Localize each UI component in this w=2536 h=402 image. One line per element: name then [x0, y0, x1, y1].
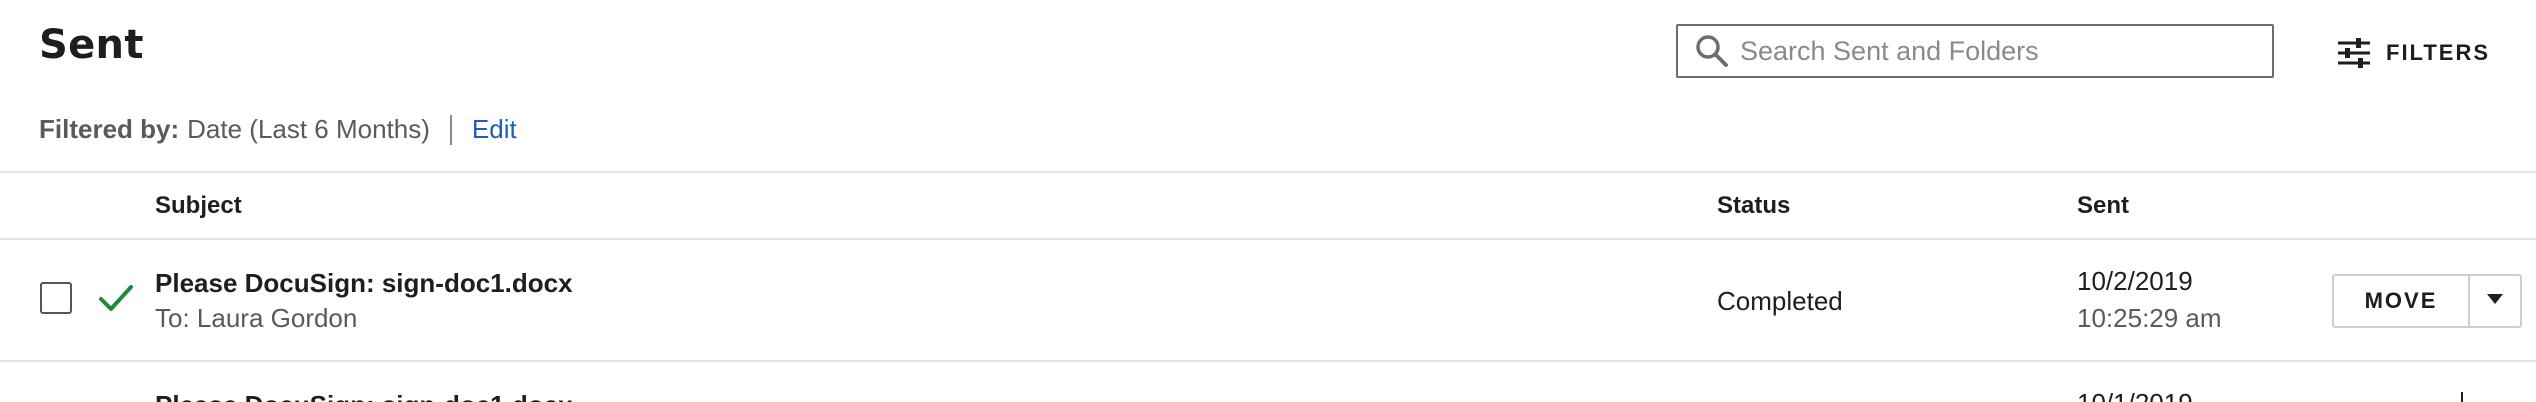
- row-sent-date: 10/1/2019: [2077, 388, 2193, 402]
- header-divider: [0, 171, 2536, 173]
- filter-divider: [449, 114, 452, 145]
- move-button[interactable]: MOVE: [2334, 276, 2468, 326]
- filter-value: Date (Last 6 Months): [187, 114, 430, 144]
- move-button-group: MOVE: [2332, 274, 2522, 328]
- page-title: Sent: [39, 22, 144, 68]
- edit-filter-link[interactable]: Edit: [472, 114, 517, 145]
- row-recipients: To: Laura Gordon: [155, 303, 358, 333]
- row-status: Completed: [1717, 286, 1843, 316]
- sliders-icon: [2336, 35, 2372, 71]
- move-options-button[interactable]: [2468, 276, 2520, 326]
- row-subject[interactable]: Please DocuSign: sign-doc1.docx: [155, 390, 573, 402]
- column-header-subject[interactable]: Subject: [155, 192, 242, 220]
- caret-down-icon: [2486, 292, 2504, 310]
- search-box[interactable]: [1676, 24, 2274, 78]
- row-sent-time: 10:25:29 am: [2077, 303, 2222, 333]
- column-header-sent[interactable]: Sent: [2077, 192, 2129, 220]
- checkmark-icon: [96, 278, 136, 318]
- table-row[interactable]: Please DocuSign: sign-doc1.docx 10/1/201…: [0, 362, 2536, 402]
- filters-button[interactable]: FILTERS: [2336, 30, 2490, 76]
- sent-page: Sent FILTERS Filtered by: Date (Last 6 M…: [0, 0, 2536, 402]
- row-sent-date: 10/2/2019: [2077, 266, 2193, 296]
- table-row[interactable]: Please DocuSign: sign-doc1.docx To: Laur…: [0, 240, 2536, 360]
- column-header-status[interactable]: Status: [1717, 192, 1790, 220]
- row-subject[interactable]: Please DocuSign: sign-doc1.docx: [155, 268, 573, 299]
- more-options-icon[interactable]: [2458, 392, 2466, 402]
- search-icon: [1692, 31, 1732, 71]
- row-checkbox[interactable]: [40, 282, 72, 314]
- filters-label: FILTERS: [2386, 40, 2491, 65]
- search-input[interactable]: [1738, 28, 2272, 74]
- filter-label: Filtered by:: [39, 114, 180, 144]
- filter-summary: Filtered by: Date (Last 6 Months) Edit: [39, 114, 517, 145]
